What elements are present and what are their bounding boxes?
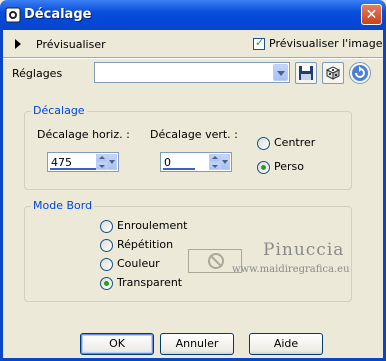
horiz-offset-label: Décalage horiz. : (37, 128, 130, 141)
expand-triangle-icon[interactable] (15, 39, 21, 49)
offset-group-title: Décalage (31, 104, 87, 117)
radio-wrap[interactable] (100, 220, 113, 233)
edge-mode-group-title: Mode Bord (31, 199, 95, 212)
reset-icon (352, 65, 368, 81)
watermark-url: www.maidiregrafica.eu (232, 264, 350, 275)
radio-color-label: Couleur (117, 257, 160, 270)
help-button[interactable]: Aide (249, 333, 323, 355)
chevron-down-icon[interactable] (220, 154, 230, 170)
close-button[interactable]: ✕ (361, 4, 382, 25)
no-sign-icon (208, 253, 224, 269)
dice-icon (325, 66, 341, 80)
spin-down-icon[interactable] (96, 162, 107, 170)
checkmark-icon: ✓ (255, 36, 265, 49)
radio-custom[interactable] (257, 161, 270, 174)
settings-label: Réglages (12, 67, 63, 80)
radio-custom-label: Perso (274, 160, 304, 173)
save-icon (299, 66, 313, 80)
cancel-button[interactable]: Annuler (160, 333, 234, 355)
spin-up-icon[interactable] (96, 154, 107, 162)
offset-group (24, 111, 352, 190)
radio-repeat-label: Répétition (117, 238, 174, 251)
radio-center-label: Centrer (274, 136, 316, 149)
spin-down-icon[interactable] (209, 162, 220, 170)
radio-repeat[interactable] (100, 239, 113, 252)
chevron-down-icon[interactable] (273, 64, 288, 81)
vert-offset-label: Décalage vert. : (150, 128, 238, 141)
value-slider-bar (163, 168, 195, 170)
reset-button[interactable] (349, 62, 371, 84)
radio-wrap-label: Enroulement (117, 219, 188, 232)
title-bar: Décalage ✕ (0, 0, 386, 30)
save-preset-button[interactable] (295, 62, 317, 84)
radio-transparent-label: Transparent (117, 276, 183, 289)
ok-button[interactable]: OK (80, 333, 154, 355)
preview-toggle-label[interactable]: Prévisualiser (36, 38, 106, 51)
preview-row: Prévisualiser ✓ Prévisualiser l'image (3, 33, 383, 57)
radio-color[interactable] (100, 258, 113, 271)
preview-image-checkbox[interactable]: ✓ (253, 36, 265, 50)
settings-dropdown[interactable] (94, 62, 290, 83)
horiz-spinner[interactable] (96, 154, 107, 170)
random-button[interactable] (322, 62, 344, 84)
app-icon (5, 7, 21, 23)
separator (3, 57, 383, 59)
value-slider-bar (50, 168, 96, 170)
chevron-down-icon[interactable] (107, 154, 117, 170)
preview-image-label: Prévisualiser l'image (269, 37, 383, 50)
vert-spinner[interactable] (209, 154, 220, 170)
window-title: Décalage (24, 7, 92, 22)
vert-offset-input[interactable]: 0 (160, 152, 232, 172)
watermark-name: Pinuccia (263, 240, 345, 260)
radio-center[interactable] (257, 137, 270, 150)
horiz-offset-input[interactable]: 475 (47, 152, 119, 172)
spin-up-icon[interactable] (209, 154, 220, 162)
radio-transparent[interactable] (100, 277, 113, 290)
